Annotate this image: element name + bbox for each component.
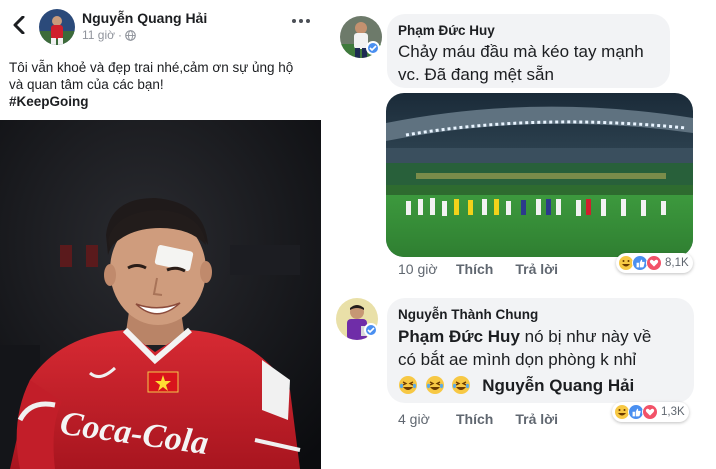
verified-badge-icon (364, 323, 378, 337)
reply-button[interactable]: Trả lời (515, 261, 558, 277)
post-time[interactable]: 11 giờ (82, 28, 115, 42)
comment-author[interactable]: Phạm Đức Huy (398, 23, 495, 38)
verified-badge-icon (366, 41, 380, 55)
post-text-line: Tôi vẫn khoẻ và đẹp trai nhé,cảm ơn sự ủ… (9, 60, 294, 75)
mention-link[interactable]: Nguyễn Quang Hải (482, 376, 634, 395)
comment-actions: 10 giờ Thích Trả lời (398, 261, 580, 277)
love-icon (646, 255, 662, 271)
comment-time[interactable]: 10 giờ (398, 261, 456, 277)
like-button[interactable]: Thích (456, 261, 493, 277)
reaction-summary[interactable]: 1,3K (612, 402, 689, 422)
globe-icon (125, 29, 136, 41)
separator-dot: · (118, 28, 122, 42)
more-dot-icon (299, 19, 303, 23)
chevron-left-icon (13, 16, 25, 34)
post-header: Nguyễn Quang Hải 11 giờ · (0, 0, 321, 50)
love-icon (642, 404, 658, 420)
comment-text-line: có bắt ae mình dọn phòng k nhỉ (398, 350, 637, 369)
back-button[interactable] (10, 14, 28, 36)
reply-button[interactable]: Trả lời (515, 411, 558, 427)
post-text-line: và quan tâm của các bạn! (9, 77, 164, 92)
stadium-photo-image (386, 93, 693, 257)
comment-bubble: Nguyễn Thành Chung Phạm Đức Huy nó bị nh… (387, 298, 694, 403)
comment-text: Chảy máu đầu mà kéo tay mạnh vc. Đã đang… (398, 40, 668, 86)
poster-avatar[interactable] (39, 9, 75, 45)
comment-text-line: Phạm Đức Huy nó bị như này về (398, 325, 693, 348)
more-dot-icon (306, 19, 310, 23)
comment-text-fragment: nó bị như này về (519, 327, 652, 346)
player-photo-image: Coca-Cola (0, 120, 321, 469)
poster-name[interactable]: Nguyễn Quang Hải (82, 10, 207, 26)
laughing-tears-emoji-icon (452, 376, 471, 394)
mention-link[interactable]: Phạm Đức Huy (398, 327, 520, 346)
comment-photo[interactable] (386, 93, 693, 257)
reaction-summary[interactable]: 8,1K (616, 253, 693, 273)
post-photo[interactable]: Coca-Cola (0, 120, 321, 469)
laughing-tears-emoji-icon (425, 376, 444, 394)
comment-bubble: Phạm Đức Huy Chảy máu đầu mà kéo tay mạn… (387, 14, 670, 88)
more-dot-icon (292, 19, 296, 23)
comment-author[interactable]: Nguyễn Thành Chung (398, 307, 538, 322)
reaction-count: 1,3K (661, 406, 685, 418)
like-button[interactable]: Thích (456, 411, 493, 427)
comment-actions: 4 giờ Thích Trả lời (398, 411, 580, 427)
comment-time[interactable]: 4 giờ (398, 411, 456, 427)
post-panel: Nguyễn Quang Hải 11 giờ · Tôi vẫn khoẻ v… (0, 0, 321, 469)
comment-text-line: Nguyễn Quang Hải (398, 374, 693, 397)
comment-text-line: vc. Đã đang mệt sẵn (398, 65, 554, 84)
post-meta: 11 giờ · (82, 28, 136, 42)
laughing-tears-emoji-icon (399, 376, 417, 394)
reaction-count: 8,1K (665, 257, 689, 269)
comment-text: Phạm Đức Huy nó bị như này về có bắt ae … (398, 325, 693, 397)
hashtag-link[interactable]: #KeepGoing (9, 94, 89, 109)
comments-panel: Phạm Đức Huy Chảy máu đầu mà kéo tay mạn… (326, 0, 716, 469)
post-text: Tôi vẫn khoẻ và đẹp trai nhé,cảm ơn sự ủ… (9, 59, 319, 110)
more-options-button[interactable] (290, 14, 312, 28)
comment-text-line: Chảy máu đầu mà kéo tay mạnh (398, 42, 644, 61)
